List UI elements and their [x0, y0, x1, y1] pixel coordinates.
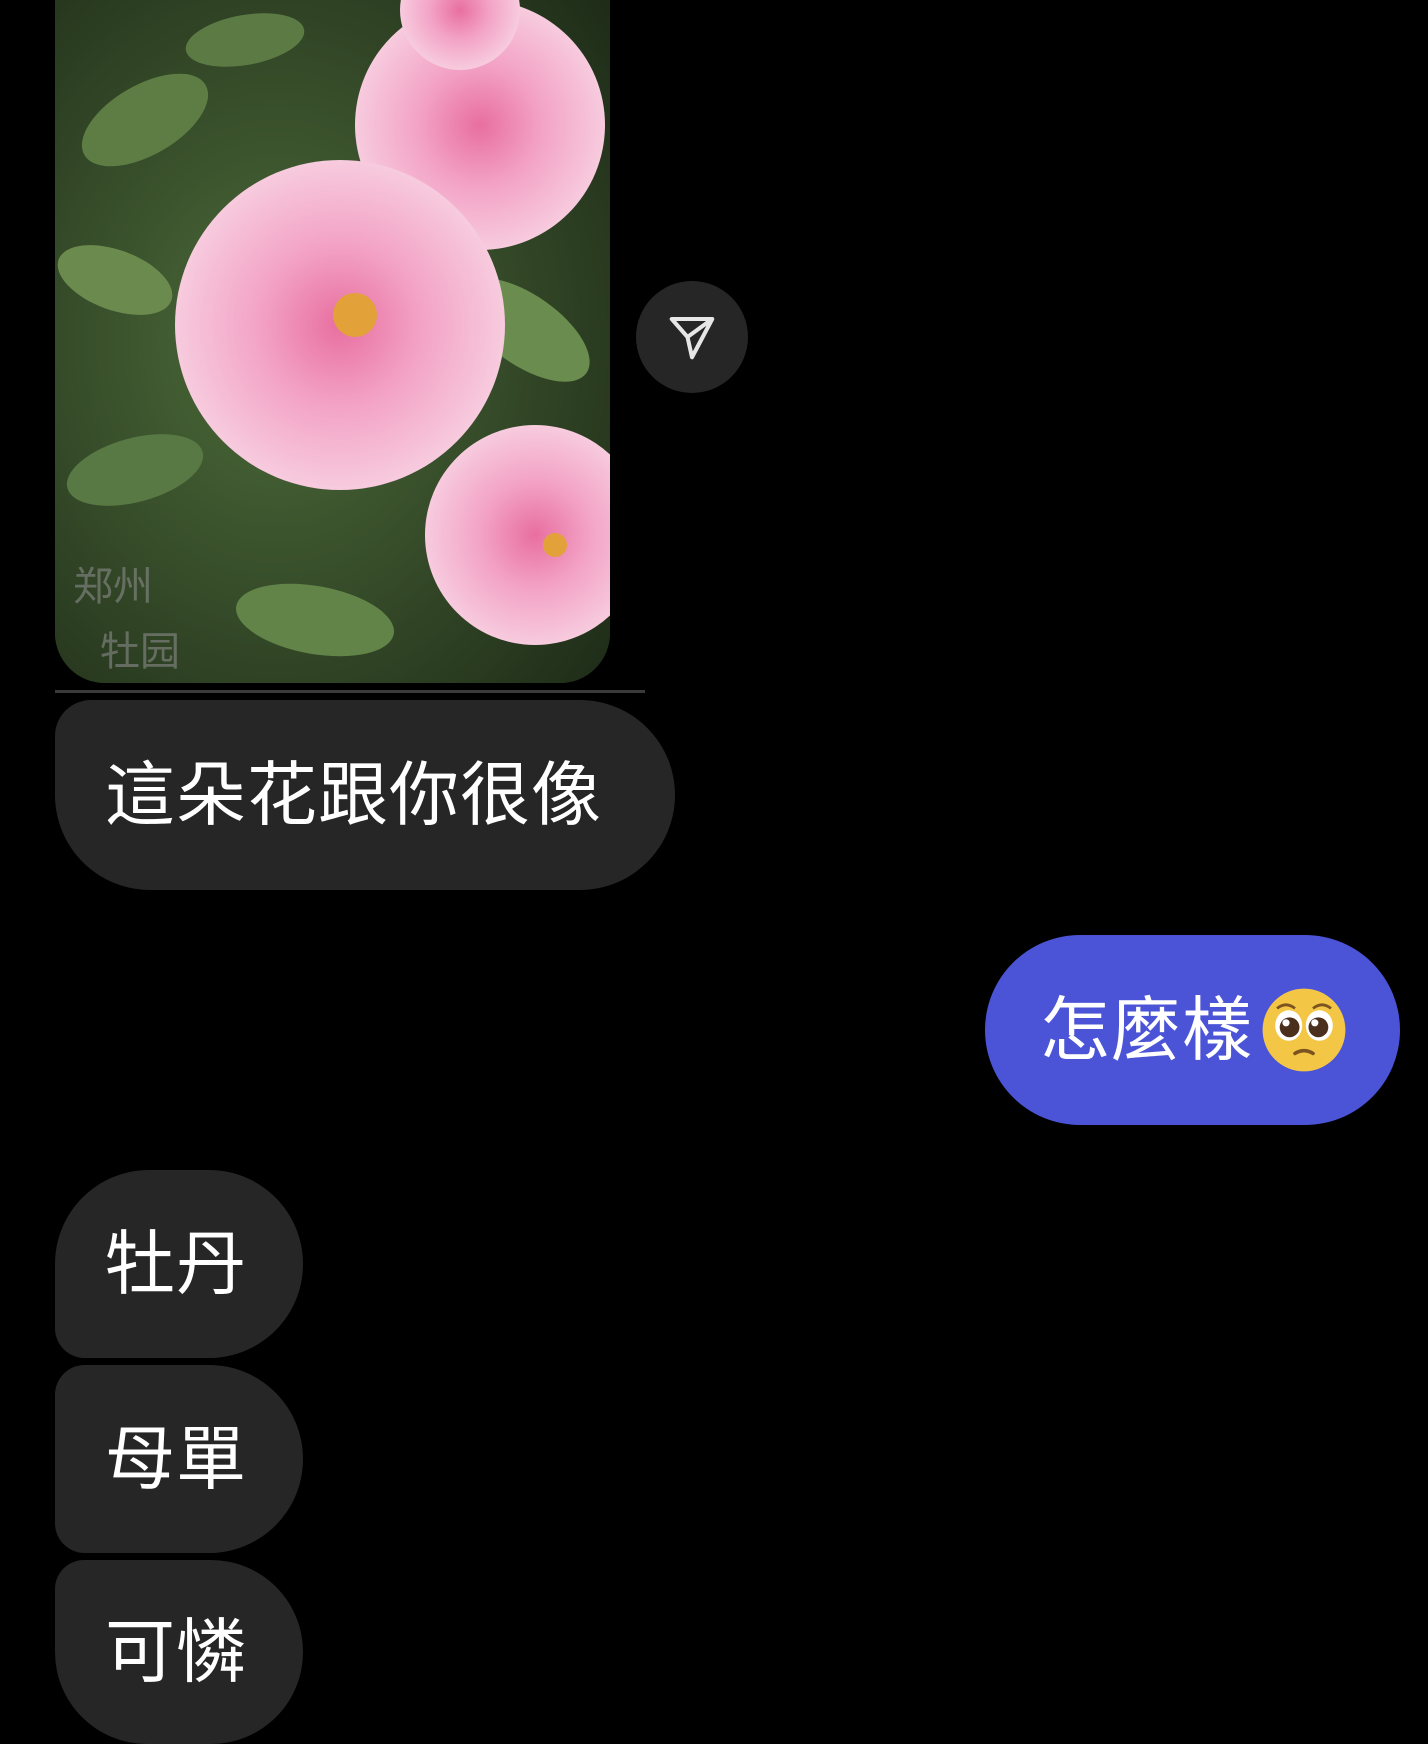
message-text: 這朵花跟你很像 — [105, 754, 602, 836]
message-text: 牡丹 — [105, 1223, 247, 1305]
share-button[interactable] — [636, 281, 748, 393]
incoming-message[interactable]: 牡丹 — [55, 1170, 303, 1358]
svg-text:牡园: 牡园 — [100, 629, 180, 675]
message-text: 可憐 — [105, 1611, 247, 1693]
message-text: 母單 — [105, 1418, 247, 1500]
svg-text:郑州: 郑州 — [73, 564, 153, 610]
chat-thread: 郑州 牡园 這朵花跟你很像 怎麼樣 牡丹 母單 可憐 — [0, 0, 1428, 1744]
message-text: 怎麼樣 — [1040, 989, 1253, 1071]
send-arrow-icon — [669, 316, 715, 360]
incoming-message[interactable]: 母單 — [55, 1365, 303, 1553]
shared-flower-photo[interactable]: 郑州 牡园 — [55, 0, 610, 683]
incoming-message[interactable]: 這朵花跟你很像 — [55, 700, 675, 890]
flower-photo-icon: 郑州 牡园 — [55, 0, 610, 683]
outgoing-message[interactable]: 怎麼樣 — [985, 935, 1400, 1125]
incoming-message[interactable]: 可憐 — [55, 1560, 303, 1744]
image-divider — [55, 690, 645, 693]
pleading-face-emoji — [1259, 985, 1349, 1075]
